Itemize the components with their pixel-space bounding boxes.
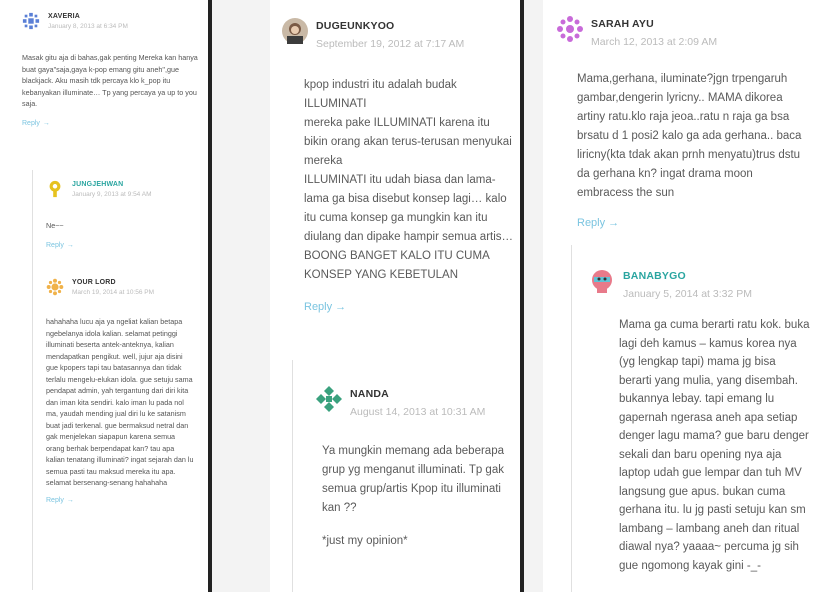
arrow-right-icon: → <box>66 241 74 249</box>
comment-author[interactable]: SARAH AYU <box>591 18 654 30</box>
comment-dugeunkyoo: DUGEUNKYOO September 19, 2012 at 7:17 AM… <box>282 18 518 315</box>
comment-text: Mama ga cuma berarti ratu kok. buka lagi… <box>619 319 810 572</box>
comment-text: kpop industri itu adalah budak ILLUMINAT… <box>304 79 514 281</box>
comment-author[interactable]: BANABYGO <box>623 270 686 282</box>
comment-date[interactable]: January 5, 2014 at 3:32 PM <box>623 288 752 300</box>
avatar-yourlord-icon <box>46 278 64 301</box>
thread-line <box>292 360 293 592</box>
arrow-right-icon: → <box>66 496 74 504</box>
comment-date[interactable]: September 19, 2012 at 7:17 AM <box>316 38 464 50</box>
comment-text: Masak gitu aja di bahas,gak penting Mere… <box>22 53 198 108</box>
comment-column-left: XAVERIA January 8, 2013 at 6:34 PM Masak… <box>0 0 208 592</box>
comment-sarahayu: SARAH AYU March 12, 2013 at 2:09 AM Mama… <box>557 16 811 231</box>
reply-link[interactable]: Reply → <box>577 217 619 229</box>
comment-date[interactable]: January 9, 2013 at 9:54 AM <box>72 191 152 198</box>
comment-text: Ya mungkin memang ada beberapa grup yg m… <box>322 445 504 547</box>
avatar-jungjehwan-icon <box>46 180 64 203</box>
avatar-sarahayu-icon <box>557 16 583 47</box>
arrow-right-icon: → <box>608 217 620 229</box>
arrow-right-icon: → <box>335 301 347 313</box>
thread-line <box>32 170 33 590</box>
comment-author[interactable]: NANDA <box>350 388 389 400</box>
reply-link[interactable]: Reply → <box>304 301 346 313</box>
avatar-banabygo-icon <box>589 268 615 299</box>
avatar-nanda-icon <box>316 386 342 417</box>
reply-link[interactable]: Reply → <box>46 242 74 249</box>
comment-column-right: SARAH AYU March 12, 2013 at 2:09 AM Mama… <box>543 0 813 592</box>
comment-author[interactable]: JUNGJEHWAN <box>72 181 123 188</box>
arrow-right-icon: → <box>42 119 50 127</box>
comment-column-middle: DUGEUNKYOO September 19, 2012 at 7:17 AM… <box>270 0 520 592</box>
reply-link[interactable]: Reply → <box>46 497 74 504</box>
comment-date[interactable]: August 14, 2013 at 10:31 AM <box>350 406 485 418</box>
comment-xaveria: XAVERIA January 8, 2013 at 6:34 PM Masak… <box>22 12 206 130</box>
comment-nanda: NANDA August 14, 2013 at 10:31 AM Ya mun… <box>316 386 516 551</box>
comment-text: hahahaha lucu aja ya ngeliat kalian beta… <box>46 317 194 487</box>
column-divider <box>208 0 212 592</box>
comment-author[interactable]: YOUR LORD <box>72 279 116 286</box>
comment-author[interactable]: DUGEUNKYOO <box>316 20 394 32</box>
comment-banabygo: BANABYGO January 5, 2014 at 3:32 PM Mama… <box>589 268 811 575</box>
comment-text: Ne~~ <box>46 221 64 230</box>
comment-text: Mama,gerhana, iluminate?jgn trpengaruh g… <box>577 73 802 199</box>
comment-jungjehwan: JUNGJEHWAN January 9, 2013 at 9:54 AM Ne… <box>46 180 206 252</box>
thread-line <box>571 245 572 592</box>
comment-date[interactable]: March 19, 2014 at 10:56 PM <box>72 289 154 296</box>
column-divider <box>520 0 524 592</box>
comment-yourlord: YOUR LORD March 19, 2014 at 10:56 PM hah… <box>46 278 206 507</box>
comment-author[interactable]: XAVERIA <box>48 13 80 20</box>
avatar-dugeunkyoo-icon <box>282 18 308 49</box>
reply-link[interactable]: Reply → <box>22 120 50 127</box>
comment-date[interactable]: January 8, 2013 at 6:34 PM <box>48 23 128 30</box>
avatar-xaveria-icon <box>22 12 40 35</box>
comment-date[interactable]: March 12, 2013 at 2:09 AM <box>591 36 717 48</box>
